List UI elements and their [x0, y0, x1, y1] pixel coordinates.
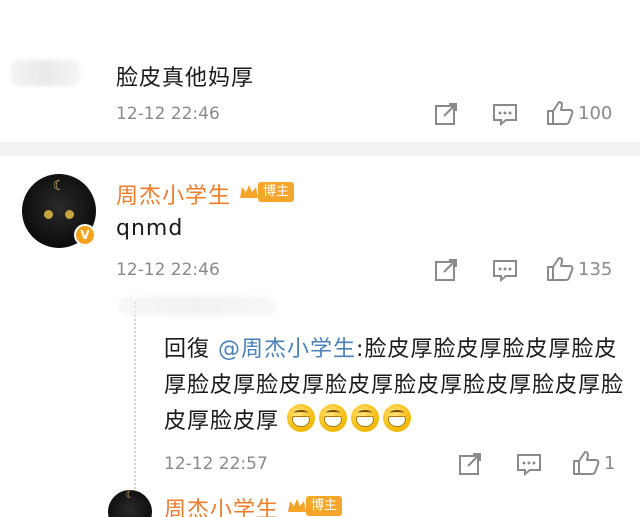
share-button[interactable] [458, 452, 484, 476]
reply-time: 12-12 22:57 [164, 454, 268, 474]
share-icon [435, 103, 457, 125]
blurred-reply-author [118, 296, 278, 316]
like-count: 135 [578, 258, 613, 280]
section-divider [0, 142, 640, 156]
comment-item: 脸皮真他妈厚 12-12 22:46 100 [0, 0, 640, 142]
comment-author[interactable]: 周杰小学生 [164, 492, 279, 517]
grin-emoji [351, 404, 380, 432]
grin-emoji [287, 404, 316, 432]
comment-button[interactable] [492, 258, 518, 282]
cat-eye [44, 210, 53, 219]
mention-link[interactable]: @周杰小学生 [218, 337, 356, 362]
grin-emoji [383, 404, 412, 432]
author-tag: 博主 [306, 496, 343, 516]
thumbs-up-icon [573, 451, 600, 475]
author-tag: 博主 [258, 182, 295, 202]
comment-item: ☾ V 周杰小学生 博主 qnmd 12-12 22:46 135 回復 @周杰… [0, 156, 640, 517]
comment-button[interactable] [492, 102, 518, 126]
like-count: 100 [578, 102, 613, 124]
moon-icon: ☾ [52, 178, 66, 194]
blurred-username [10, 60, 80, 86]
share-icon [459, 453, 481, 475]
crown-icon [288, 499, 306, 512]
grin-emoji [319, 404, 348, 432]
reply-thread-line [134, 302, 136, 517]
like-button[interactable]: 100 [546, 100, 612, 126]
moon-icon: ☾ [125, 490, 135, 501]
reply-text: 回復 @周杰小学生:脸皮厚脸皮厚脸皮厚脸皮厚脸皮厚脸皮厚脸皮厚脸皮厚脸皮厚脸皮厚… [164, 332, 624, 440]
crown-icon [240, 185, 258, 198]
like-count: 1 [604, 452, 616, 474]
share-icon [435, 259, 457, 281]
avatar[interactable]: ☾ [108, 490, 152, 517]
comment-text: qnmd [116, 216, 184, 241]
comment-text: 脸皮真他妈厚 [116, 66, 255, 91]
comment-time: 12-12 22:46 [116, 260, 220, 280]
thumbs-up-icon [547, 257, 574, 281]
like-button[interactable]: 1 [572, 450, 615, 476]
comment-icon [493, 104, 517, 126]
comment-icon [517, 454, 541, 476]
like-button[interactable]: 135 [546, 256, 612, 282]
thumbs-up-icon [547, 101, 574, 125]
comment-author[interactable]: 周杰小学生 [116, 178, 231, 210]
share-button[interactable] [434, 258, 460, 282]
comment-time: 12-12 22:46 [116, 104, 220, 124]
comment-icon [493, 260, 517, 282]
cat-eye [65, 210, 74, 219]
reply-prefix: 回復 [164, 337, 218, 362]
verified-badge-icon: V [74, 224, 96, 246]
comment-button[interactable] [516, 452, 542, 476]
share-button[interactable] [434, 102, 460, 126]
